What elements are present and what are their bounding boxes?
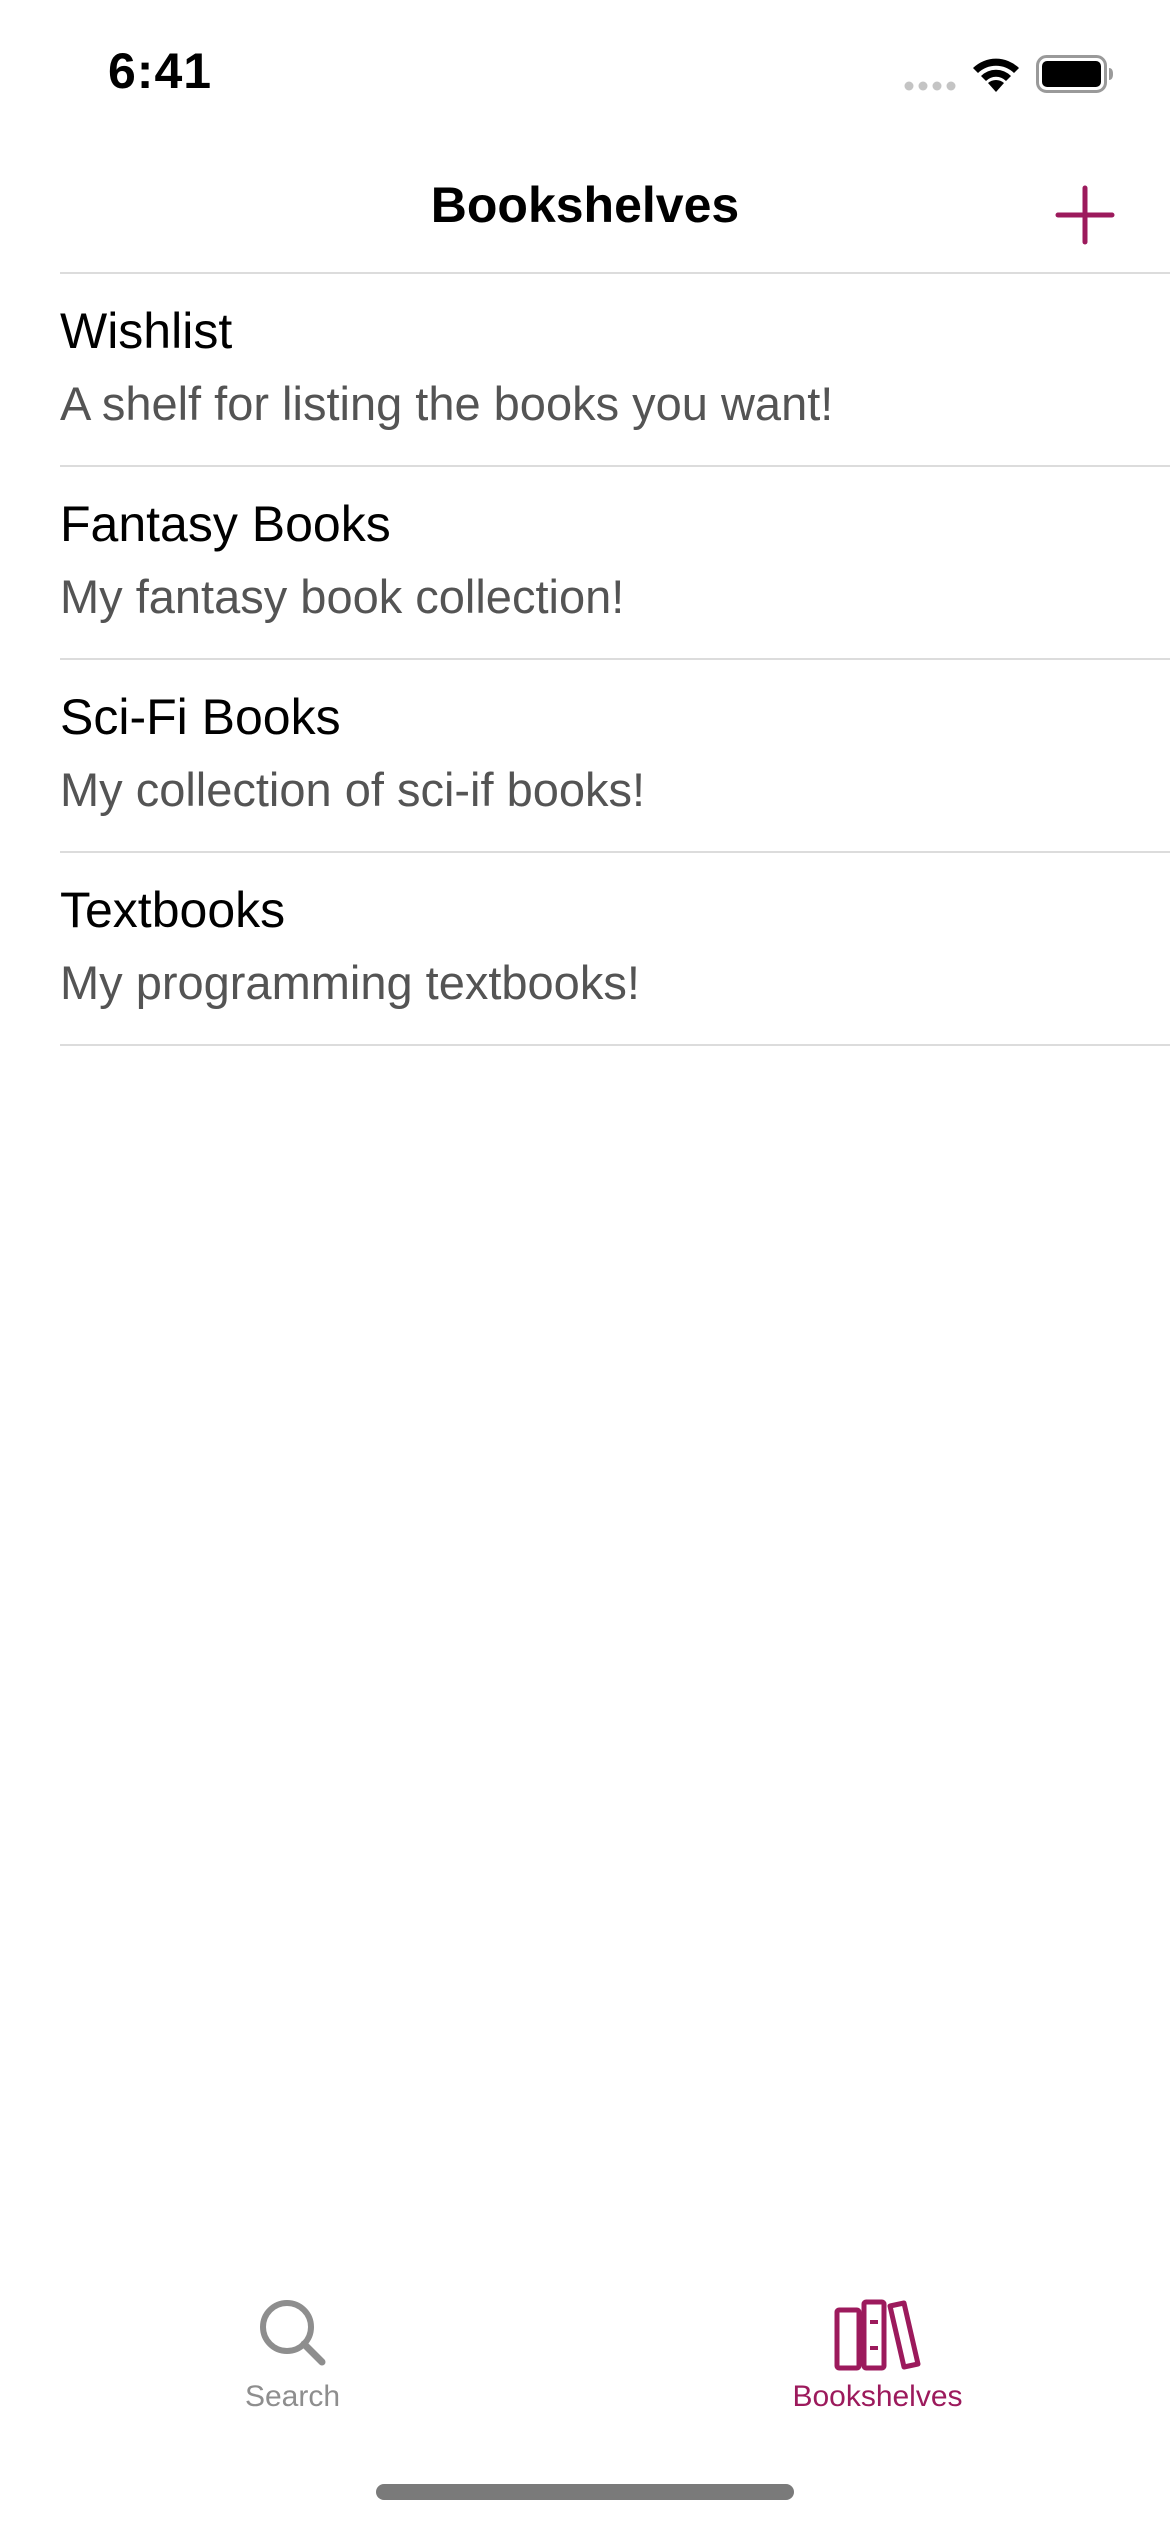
tab-bookshelves[interactable]: Bookshelves xyxy=(585,2280,1170,2420)
shelf-description: A shelf for listing the books you want! xyxy=(60,377,834,430)
wifi-icon xyxy=(973,58,1019,92)
home-indicator[interactable] xyxy=(376,2484,794,2500)
tab-search[interactable]: Search xyxy=(0,2280,585,2420)
battery-icon xyxy=(1036,55,1113,93)
shelf-description: My collection of sci-if books! xyxy=(60,763,646,816)
shelf-description: My fantasy book collection! xyxy=(60,570,625,623)
list-item[interactable]: Wishlist A shelf for listing the books y… xyxy=(0,274,1170,467)
page-title: Bookshelves xyxy=(430,177,740,233)
shelf-name: Sci-Fi Books xyxy=(60,689,341,745)
tab-label: Bookshelves xyxy=(792,2380,963,2413)
shelf-name: Textbooks xyxy=(60,882,286,938)
list-item[interactable]: Fantasy Books My fantasy book collection… xyxy=(0,467,1170,660)
bookshelf-list: Wishlist A shelf for listing the books y… xyxy=(0,274,1170,1046)
magnifying-glass-icon xyxy=(259,2300,325,2366)
row-divider xyxy=(60,1044,1170,1046)
shelf-name: Wishlist xyxy=(60,303,233,359)
plus-icon xyxy=(1055,185,1115,245)
tab-label: Search xyxy=(244,2380,341,2413)
shelf-name: Fantasy Books xyxy=(60,496,391,552)
navigation-bar: Bookshelves xyxy=(0,140,1170,272)
tab-bar: Search Bookshelves xyxy=(0,2280,1170,2420)
shelf-description: My programming textbooks! xyxy=(60,956,640,1009)
list-item[interactable]: Sci-Fi Books My collection of sci-if boo… xyxy=(0,660,1170,853)
status-time: 6:41 xyxy=(108,43,213,99)
books-icon xyxy=(834,2299,920,2371)
status-bar: 6:41 xyxy=(0,0,1170,140)
list-item[interactable]: Textbooks My programming textbooks! xyxy=(0,853,1170,1046)
cellular-signal-icon xyxy=(904,81,956,91)
add-bookshelf-button[interactable] xyxy=(1050,180,1120,250)
